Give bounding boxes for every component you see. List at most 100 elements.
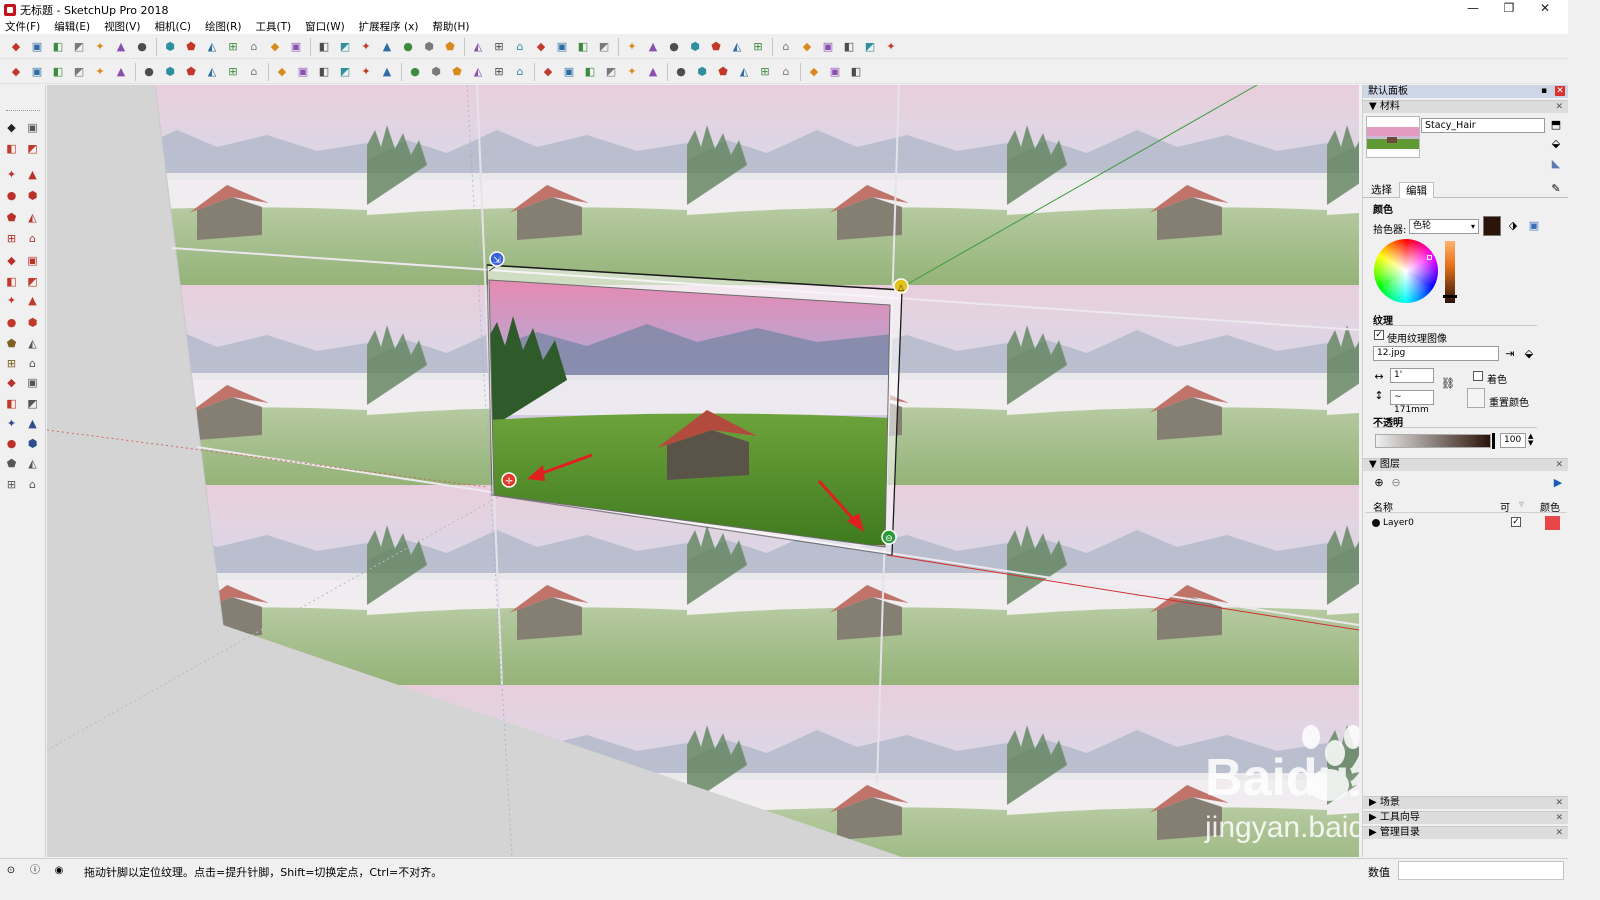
eraser-tool-icon[interactable]: ◩ (25, 141, 40, 156)
axes-tool-icon[interactable]: ◆ (4, 375, 19, 390)
opacity-slider[interactable] (1375, 434, 1491, 448)
color-wheel-marker[interactable] (1427, 255, 1432, 260)
export-icon[interactable]: ⊞ (750, 39, 766, 55)
text-icon[interactable]: ◆ (806, 64, 822, 80)
display-secondary-icon[interactable]: ◣ (1549, 157, 1563, 171)
zoom-extents-icon[interactable]: ● (4, 436, 19, 451)
edit-texture-icon[interactable]: ⬙ (1522, 347, 1536, 361)
display-section-icon[interactable]: ⬟ (715, 64, 731, 80)
layer0-visible-checkbox[interactable]: ✓ (1511, 517, 1521, 527)
instructor-section-header[interactable]: ▶ 工具向导 ✕ (1363, 811, 1568, 824)
reset-color-swatch[interactable] (1467, 388, 1485, 408)
tab-edit[interactable]: 编辑 (1399, 182, 1434, 198)
polygon-tool-icon[interactable]: ◭ (25, 210, 40, 225)
component-tool-icon[interactable]: ▣ (25, 120, 40, 135)
hidden-line-icon[interactable]: ▣ (288, 39, 304, 55)
left-view-icon[interactable]: ⊞ (225, 39, 241, 55)
look-icon[interactable]: ✦ (624, 64, 640, 80)
opacity-spinner-icon[interactable]: ▲ ▼ (1528, 433, 1533, 447)
report-icon[interactable]: ⌂ (778, 39, 794, 55)
earth-icon[interactable]: ✦ (883, 39, 899, 55)
tab-select[interactable]: 选择 (1365, 182, 1398, 198)
edge-icon[interactable]: ▲ (379, 39, 395, 55)
user-account-icon[interactable]: ◉ (52, 864, 66, 878)
menu-extensions[interactable]: 扩展程序 (x) (359, 19, 419, 34)
match-model-color-icon[interactable]: ⬗ (1506, 219, 1520, 233)
menu-window[interactable]: 窗口(W) (305, 19, 345, 34)
iso-view-icon[interactable]: ▲ (113, 39, 129, 55)
layout-icon[interactable]: ✦ (624, 39, 640, 55)
credits-icon[interactable]: ⓘ (28, 864, 42, 878)
walk-icon[interactable]: ◩ (603, 64, 619, 80)
orbit-view-icon[interactable]: ◧ (582, 64, 598, 80)
three-point-arc-icon[interactable]: ▣ (25, 253, 40, 268)
render-icon[interactable]: ◩ (596, 39, 612, 55)
section-plane-icon[interactable]: ⬢ (694, 64, 710, 80)
drape-icon[interactable]: ⊞ (491, 64, 507, 80)
position-icon[interactable]: ▲ (645, 64, 661, 80)
close-layers-icon[interactable]: ✕ (1555, 459, 1563, 471)
top-view-icon[interactable]: ● (134, 39, 150, 55)
materials-section-header[interactable]: ▼ 材料 ✕ (1363, 100, 1568, 113)
back-view-icon[interactable]: ◭ (204, 39, 220, 55)
globe-icon[interactable]: ◩ (862, 39, 878, 55)
dimension-icon[interactable]: ⊞ (757, 64, 773, 80)
close-tray-icon[interactable]: ✕ (1555, 86, 1565, 96)
outer-shell-icon[interactable]: ▣ (295, 64, 311, 80)
current-color-swatch[interactable] (1483, 216, 1501, 236)
select-tool-icon[interactable]: ◆ (4, 120, 19, 135)
sun-icon[interactable]: ◆ (533, 39, 549, 55)
light-icon[interactable]: ⬟ (708, 39, 724, 55)
close-scenes-icon[interactable]: ✕ (1555, 797, 1563, 809)
advanced-camera-icon[interactable]: ● (673, 64, 689, 80)
solid-icon[interactable]: ◭ (204, 64, 220, 80)
color-wheel[interactable] (1374, 239, 1438, 303)
pan-tool-icon[interactable]: ◩ (25, 396, 40, 411)
arc-tool-icon[interactable]: ⊞ (4, 231, 19, 246)
share-icon[interactable]: ◧ (575, 39, 591, 55)
position-camera-icon[interactable]: ⬟ (4, 456, 19, 471)
sandbox-icon[interactable]: ⬢ (428, 64, 444, 80)
axes-icon[interactable]: ◆ (8, 64, 24, 80)
use-texture-checkbox[interactable]: ✓ (1374, 330, 1384, 340)
cloud-icon[interactable]: ▣ (827, 64, 843, 80)
measurements-input[interactable] (1398, 861, 1564, 880)
geo-location-icon[interactable]: ⊙ (4, 864, 18, 878)
zoom-window-icon[interactable]: ▲ (25, 416, 40, 431)
doc-icon[interactable]: ◆ (799, 39, 815, 55)
3d-text-icon[interactable]: ⌂ (25, 356, 40, 371)
section-icon[interactable]: ◭ (470, 39, 486, 55)
zoom-tool-icon[interactable]: ✦ (4, 416, 19, 431)
subtract-icon[interactable]: ✦ (358, 64, 374, 80)
component-icon[interactable]: ✦ (92, 64, 108, 80)
depth-icon[interactable]: ⬢ (421, 39, 437, 55)
aspect-link-icon[interactable]: ⛓ (1441, 377, 1455, 391)
scenes-section-header[interactable]: ▶ 场景 ✕ (1363, 796, 1568, 809)
building-icon[interactable]: ◩ (71, 64, 87, 80)
orbit-tool-icon[interactable]: ◧ (4, 396, 19, 411)
close-outliner-icon[interactable]: ✕ (1555, 827, 1563, 839)
flip-edge-icon[interactable]: ◆ (540, 64, 556, 80)
close-button[interactable]: ✕ (1522, 0, 1568, 19)
texture-width-field[interactable]: 1' (1390, 368, 1434, 383)
orbit-icon[interactable]: ◩ (71, 39, 87, 55)
front-view-icon[interactable]: ⬢ (162, 39, 178, 55)
camera-icon[interactable]: ◭ (729, 39, 745, 55)
menu-file[interactable]: 文件(F) (5, 19, 40, 34)
rotate-tool-icon[interactable]: ✦ (4, 293, 19, 308)
menu-help[interactable]: 帮助(H) (432, 19, 469, 34)
close-section-icon[interactable]: ✕ (1555, 101, 1563, 113)
play-icon[interactable]: ◧ (50, 39, 66, 55)
dimension-tool-icon[interactable]: ▣ (25, 375, 40, 390)
line-tool-icon[interactable]: ✦ (4, 167, 19, 182)
shape-icon[interactable]: ⬟ (183, 64, 199, 80)
menu-camera[interactable]: 相机(C) (154, 19, 191, 34)
layer0-color-swatch[interactable] (1545, 516, 1560, 530)
delete-layer-icon[interactable]: ⊖ (1389, 476, 1403, 490)
material-sample-icon[interactable]: ⬙ (1549, 137, 1563, 151)
tag-icon[interactable]: ⬢ (687, 39, 703, 55)
group-icon[interactable]: ◆ (274, 64, 290, 80)
sample-paint-icon[interactable]: ✎ (1549, 182, 1563, 196)
rotated-rect-tool-icon[interactable]: ⬢ (25, 188, 40, 203)
paint-bucket-icon[interactable]: ◆ (8, 39, 24, 55)
